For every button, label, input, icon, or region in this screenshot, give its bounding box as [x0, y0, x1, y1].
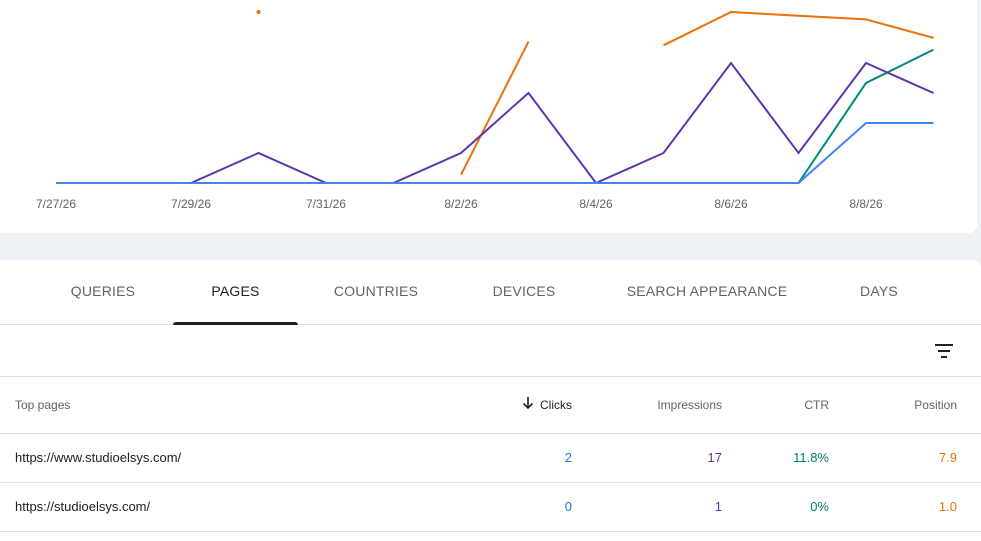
clicks-value: 2: [564, 450, 572, 465]
tab-devices[interactable]: DEVICES: [454, 260, 594, 324]
clicks-series-line: [56, 122, 934, 184]
impressions-value: 1: [714, 499, 722, 514]
page-url[interactable]: https://www.studioelsys.com/: [15, 434, 181, 482]
column-header-position[interactable]: Position: [877, 377, 957, 433]
x-tick-label: 7/27/26: [36, 197, 76, 211]
x-tick-label: 8/6/26: [714, 197, 748, 211]
tab-search-appearance[interactable]: SEARCH APPEARANCE: [594, 260, 820, 324]
column-header-top-pages[interactable]: Top pages: [15, 377, 70, 433]
position-series-line: [663, 10, 934, 47]
table-row[interactable]: https://studioelsys.com/ 0 1 0% 1.0: [0, 483, 981, 532]
clicks-value: 0: [564, 499, 572, 514]
tab-pages[interactable]: PAGES: [173, 260, 298, 325]
impressions-value: 17: [707, 450, 722, 465]
position-value: 7.9: [938, 450, 957, 465]
tab-days[interactable]: DAYS: [820, 260, 938, 324]
column-header-impressions[interactable]: Impressions: [622, 377, 722, 433]
arrow-down-icon: [522, 378, 534, 434]
ctr-value: 0%: [810, 499, 829, 514]
position-value: 1.0: [938, 499, 957, 514]
x-tick-label: 7/29/26: [171, 197, 211, 211]
performance-line-chart: 7/27/26 7/29/26 7/31/26 8/2/26 8/4/26 8/6/26 8…: [36, 10, 934, 211]
dimension-tabs: QUERIES PAGES COUNTRIES DEVICES SEARCH A…: [0, 260, 981, 325]
ctr-value: 11.8%: [793, 450, 829, 465]
filter-list-icon[interactable]: [930, 339, 958, 363]
table-header-row: Top pages Clicks Impressions CTR Positio…: [0, 377, 981, 434]
column-header-clicks[interactable]: Clicks: [500, 377, 572, 434]
impressions-series-line: [56, 61, 934, 185]
tab-queries[interactable]: QUERIES: [33, 260, 173, 324]
x-tick-label: 8/4/26: [579, 197, 613, 211]
position-series-line: [460, 41, 530, 176]
performance-chart-card: 7/27/26 7/29/26 7/31/26 8/2/26 8/4/26 8/6/26 8…: [0, 0, 977, 233]
tab-countries[interactable]: COUNTRIES: [298, 260, 454, 324]
ctr-series-line: [56, 48, 934, 184]
x-tick-label: 8/2/26: [444, 197, 478, 211]
x-tick-label: 7/31/26: [306, 197, 346, 211]
filter-toolbar: [0, 325, 981, 377]
table-row[interactable]: https://www.studioelsys.com/ 2 17 11.8% …: [0, 434, 981, 483]
page-url[interactable]: https://studioelsys.com/: [15, 483, 150, 531]
position-point: [256, 10, 261, 14]
column-header-ctr[interactable]: CTR: [760, 377, 829, 433]
clicks-header-label: Clicks: [540, 398, 572, 412]
x-tick-label: 8/8/26: [849, 197, 883, 211]
report-table-card: QUERIES PAGES COUNTRIES DEVICES SEARCH A…: [0, 260, 981, 541]
